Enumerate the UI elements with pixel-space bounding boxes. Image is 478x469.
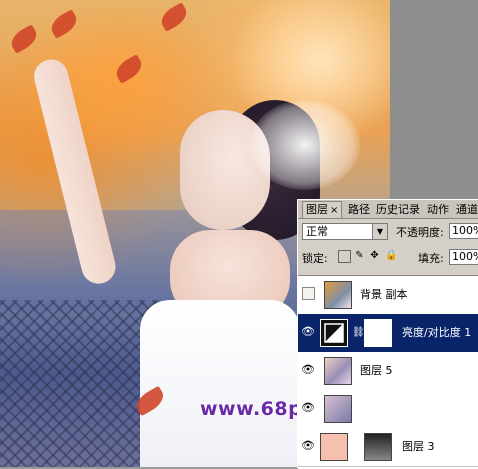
layer-thumbnail: [324, 395, 352, 423]
layer-row[interactable]: 👁 图层 3: [298, 428, 478, 467]
tab-actions[interactable]: 动作: [427, 202, 449, 218]
layer-thumbnail: [320, 433, 348, 461]
leaf: [47, 9, 81, 39]
layer-name: 图层 3: [402, 440, 435, 453]
visibility-toggle[interactable]: [302, 287, 315, 300]
tab-layers-label: 图层: [306, 203, 328, 216]
tab-paths[interactable]: 路径: [348, 202, 370, 218]
layer-name: 背景 副本: [360, 288, 408, 301]
layer-name: 亮度/对比度 1: [402, 326, 472, 339]
panel-tabs: 图层 × 路径 历史记录 动作 通道: [298, 200, 478, 219]
layer-thumbnail: [324, 281, 352, 309]
brush-icon[interactable]: ✎: [354, 250, 365, 261]
layer-thumbnail: [324, 357, 352, 385]
lock-label: 锁定:: [302, 252, 328, 265]
fill-label: 填充:: [418, 252, 444, 265]
layer-row[interactable]: 👁 ⛓ 亮度/对比度 1: [298, 314, 478, 353]
lock-row: 锁定: ✎ ✥ 🔒 填充: 100%: [298, 246, 478, 268]
eye-icon[interactable]: 👁: [301, 325, 315, 339]
layer-name: 图层 5: [360, 364, 393, 377]
layers-list: 背景 副本 👁 ⛓ 亮度/对比度 1 👁 图层 5 👁 👁 图层 3: [298, 275, 478, 469]
move-icon[interactable]: ✥: [369, 250, 380, 261]
fill-field[interactable]: 100%: [449, 249, 478, 265]
tab-channels[interactable]: 通道: [456, 202, 478, 218]
eye-icon[interactable]: 👁: [301, 401, 315, 415]
lock-icon[interactable]: 🔒: [385, 250, 397, 261]
layers-panel: 图层× 路径 历史记录 动作 通道 正常 ▼ 不透明度: 100% 锁定: ✎ …: [297, 199, 478, 469]
layer-row[interactable]: 背景 副本: [298, 276, 478, 315]
leaf: [112, 54, 146, 84]
canvas-gray-area: [390, 0, 478, 200]
tab-layers[interactable]: 图层 ×: [302, 201, 343, 218]
photo-veil: [250, 100, 360, 190]
blend-mode-value: 正常: [306, 225, 328, 238]
photo-dress: [140, 300, 300, 467]
close-icon[interactable]: ×: [330, 205, 338, 216]
eye-icon[interactable]: 👁: [301, 439, 315, 453]
blend-mode-select[interactable]: 正常 ▼: [302, 223, 388, 240]
layer-mask-thumbnail: [364, 319, 392, 347]
chevron-down-icon[interactable]: ▼: [372, 224, 387, 239]
layer-row[interactable]: 👁: [298, 390, 478, 429]
link-icon[interactable]: ⛓: [352, 327, 365, 338]
leaf: [157, 2, 191, 32]
opacity-field[interactable]: 100%: [449, 223, 478, 239]
blend-row: 正常 ▼ 不透明度: 100%: [298, 220, 478, 242]
adjustment-icon: [320, 319, 348, 347]
layer-row[interactable]: 👁 图层 5: [298, 352, 478, 391]
eye-icon[interactable]: 👁: [301, 363, 315, 377]
tab-history[interactable]: 历史记录: [376, 202, 420, 218]
lock-transparent-icon[interactable]: [338, 250, 351, 263]
leaf: [7, 24, 41, 54]
opacity-label: 不透明度:: [396, 226, 444, 239]
layer-mask-thumbnail: [364, 433, 392, 461]
